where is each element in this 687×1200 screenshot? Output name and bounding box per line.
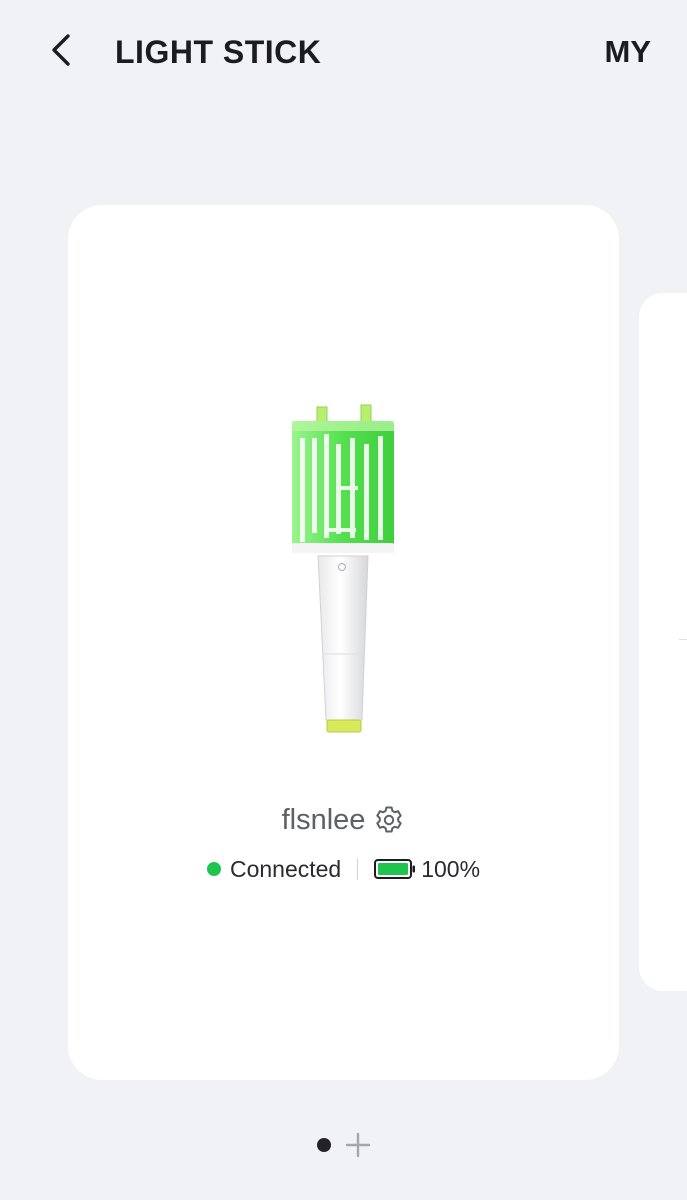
header: LIGHT STICK MY	[0, 0, 687, 100]
gear-icon[interactable]	[373, 804, 405, 836]
battery-fill	[378, 863, 409, 875]
connection-status: Connected	[229, 856, 342, 882]
lightstick-image	[292, 404, 394, 733]
battery-percentage: 100%	[421, 856, 481, 882]
device-name-row: flsnlee	[0, 800, 687, 840]
device-name: flsnlee	[281, 804, 366, 836]
divider	[679, 639, 687, 640]
next-device-card[interactable]	[639, 293, 687, 991]
status-dot-icon	[206, 862, 221, 876]
page-title: LIGHT STICK	[115, 34, 322, 70]
divider	[357, 858, 359, 880]
page-indicator	[0, 1130, 687, 1160]
status-row: Connected 100%	[0, 852, 687, 886]
chevron-left-icon	[52, 34, 70, 66]
plus-icon[interactable]	[345, 1132, 371, 1158]
page-dot-active[interactable]	[316, 1138, 331, 1152]
battery-icon	[374, 859, 416, 879]
my-button[interactable]: MY	[605, 30, 652, 74]
back-button[interactable]	[40, 28, 84, 72]
